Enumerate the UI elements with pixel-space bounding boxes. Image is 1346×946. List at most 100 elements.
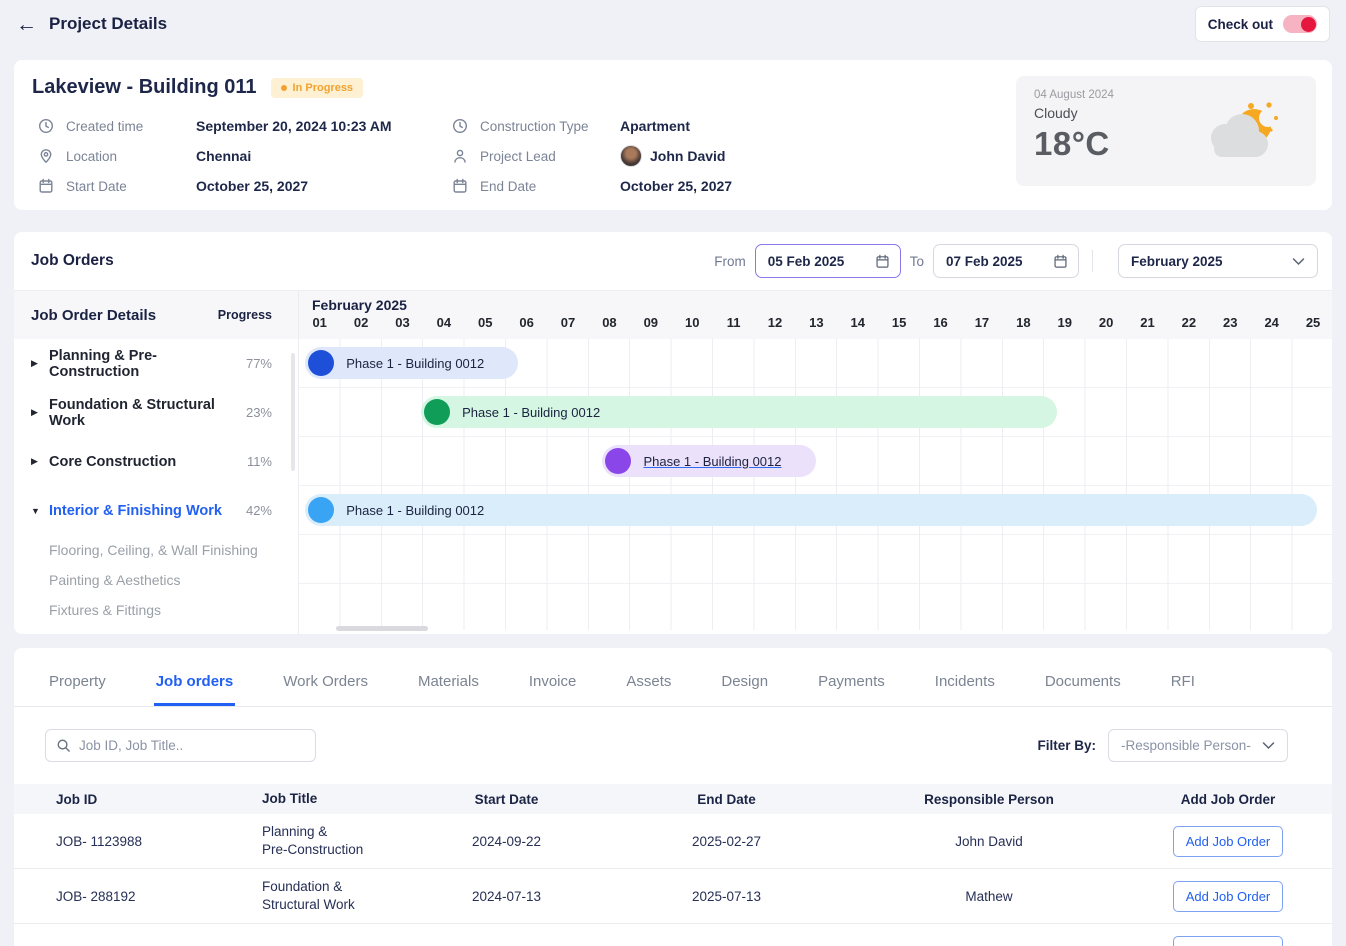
field-label: Construction Type [480,119,620,134]
gantt-day-label: 19 [1044,315,1085,330]
tab-payments[interactable]: Payments [816,655,887,706]
job-order-group[interactable]: ▶Core Construction11% [14,437,298,486]
job-order-group[interactable]: ▶Foundation & Structural Work23% [14,388,298,437]
tab-job-orders[interactable]: Job orders [154,655,236,706]
job-order-group[interactable]: ▶Planning & Pre-Construction77% [14,339,298,388]
month-select[interactable]: February 2025 [1118,244,1318,278]
tab-materials[interactable]: Materials [416,655,481,706]
column-header-responsible: Responsible Person [854,792,1124,807]
tab-documents[interactable]: Documents [1043,655,1123,706]
table-row: JOB- 288192Foundation & Structural Work2… [14,869,1332,924]
chevron-down-icon [1292,257,1305,266]
cell-add: Add Job Order [1124,936,1332,946]
checkout-toggle[interactable] [1283,15,1317,33]
gantt-day-label: 01 [299,315,340,330]
tab-design[interactable]: Design [719,655,770,706]
gantt-bar[interactable]: Phase 1 - Building 0012 [602,445,816,477]
gantt-bar-label: Phase 1 - Building 0012 [643,454,781,469]
cell-add: Add Job Order [1124,826,1332,857]
gantt-day-label: 06 [506,315,547,330]
field-label: Created time [66,119,196,134]
field-project-lead: Project Lead John David [452,141,832,171]
checkout-control: Check out [1195,6,1330,42]
gantt-day-label: 23 [1210,315,1251,330]
search-input[interactable] [79,738,305,753]
field-label: End Date [480,179,620,194]
gantt-day-label: 10 [672,315,713,330]
filter-by-label: Filter By: [1037,738,1096,753]
table-row: Add Job Order [14,924,1332,946]
divider [1092,250,1093,272]
avatar [620,145,642,167]
month-select-value: February 2025 [1131,254,1223,269]
gantt-day-label: 21 [1127,315,1168,330]
chevron-down-icon [1262,741,1275,750]
field-construction-type: Construction Type Apartment [452,111,832,141]
cell-add: Add Job Order [1124,881,1332,912]
gantt-bar-dot [308,497,334,523]
field-value: John David [620,145,725,167]
gantt-bar-label: Phase 1 - Building 0012 [346,503,484,518]
column-header-add: Add Job Order [1124,792,1332,807]
calendar-icon [452,178,469,195]
tab-assets[interactable]: Assets [624,655,673,706]
column-header-start-date: Start Date [414,792,599,807]
gantt-bar-label: Phase 1 - Building 0012 [346,356,484,371]
responsible-person-select[interactable]: -Responsible Person- [1108,729,1288,762]
job-order-subitem[interactable]: Flooring, Ceiling, & Wall Finishing [14,535,298,565]
gantt-day-label: 04 [423,315,464,330]
gantt-bar[interactable]: Phase 1 - Building 0012 [421,396,1056,428]
status-badge: In Progress [271,78,364,98]
field-start-date: Start Date October 25, 2027 [38,171,452,201]
cell-responsible: Mathew [854,889,1124,904]
search-box [45,729,316,762]
tab-property[interactable]: Property [47,655,108,706]
gantt-day-label: 16 [920,315,961,330]
to-date-value: 07 Feb 2025 [946,254,1023,269]
table-body: JOB- 1123988Planning & Pre-Construction2… [14,814,1332,946]
job-order-group-label: Planning & Pre-Construction [49,348,246,380]
job-orders-card: Job Orders From 05 Feb 2025 To 07 Feb 20… [14,232,1332,634]
job-order-group-label: Interior & Finishing Work [49,503,246,519]
to-label: To [910,254,924,269]
gantt-bar-dot [308,350,334,376]
job-order-subitem[interactable]: Painting & Aesthetics [14,565,298,595]
horizontal-scrollbar[interactable] [336,626,428,631]
gantt-day-label: 11 [713,315,754,330]
triangle-right-icon: ▶ [31,407,49,418]
cell-job-title: Planning & Pre-Construction [224,823,414,859]
triangle-right-icon: ▶ [31,358,49,369]
progress-column-header: Progress [218,308,272,322]
checkout-label: Check out [1208,17,1273,32]
to-date-input[interactable]: 07 Feb 2025 [933,244,1079,278]
page-title: Project Details [49,14,167,34]
vertical-scrollbar[interactable] [291,353,295,471]
job-order-subitem[interactable]: Fixtures & Fittings [14,595,298,625]
tab-work-orders[interactable]: Work Orders [281,655,370,706]
column-header-job-id: Job ID [14,792,224,807]
location-pin-icon [38,148,55,165]
status-dot-icon [281,85,287,91]
back-arrow-icon[interactable]: ← [16,14,37,35]
job-order-group[interactable]: ▼Interior & Finishing Work42% [14,486,298,535]
gantt-bar[interactable]: Phase 1 - Building 0012 [305,494,1317,526]
field-value: October 25, 2027 [620,178,732,194]
add-job-order-button[interactable]: Add Job Order [1173,936,1284,946]
add-job-order-button[interactable]: Add Job Order [1173,881,1284,912]
gantt-bar[interactable]: Phase 1 - Building 0012 [305,347,518,379]
from-date-value: 05 Feb 2025 [768,254,845,269]
triangle-down-icon: ▼ [31,506,49,516]
field-value: Chennai [196,148,251,164]
gantt-day-label: 07 [547,315,588,330]
column-header-job-title: Job Title [224,790,414,808]
add-job-order-button[interactable]: Add Job Order [1173,826,1284,857]
job-order-progress: 23% [246,405,272,420]
field-label: Start Date [66,179,196,194]
tab-rfi[interactable]: RFI [1169,655,1197,706]
table-row: JOB- 1123988Planning & Pre-Construction2… [14,814,1332,869]
tab-invoice[interactable]: Invoice [527,655,579,706]
tab-incidents[interactable]: Incidents [933,655,997,706]
job-order-details-panel: Job Order Details Progress ▶Planning & P… [14,291,299,634]
from-date-input[interactable]: 05 Feb 2025 [755,244,901,278]
clock-icon [38,118,55,135]
